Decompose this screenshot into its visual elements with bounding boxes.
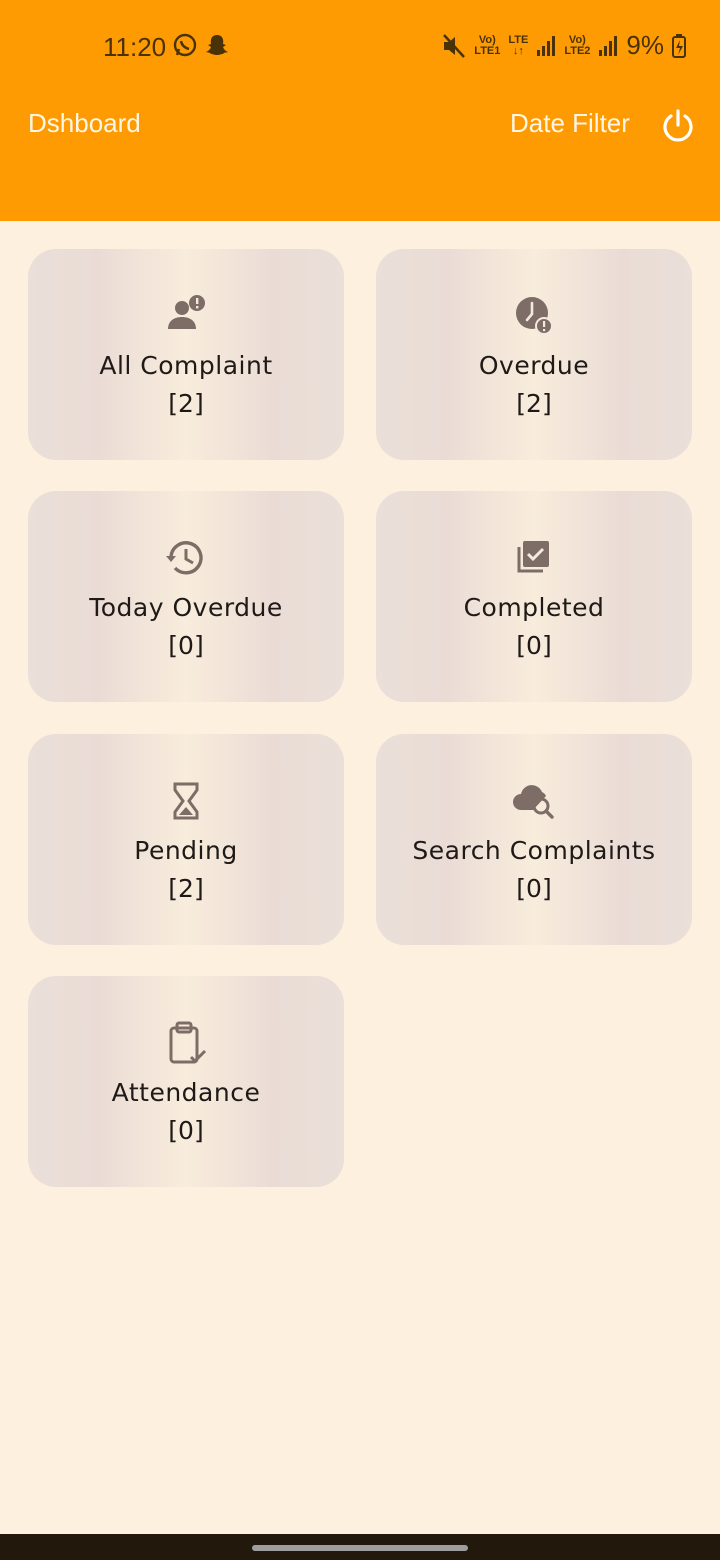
checklist-icon <box>517 541 549 573</box>
status-bar: 11:20 Vo) LTE1 LTE ↓↑ Vo) LTE2 9% <box>0 0 720 92</box>
card-label: Attendance <box>111 1078 261 1107</box>
snapchat-icon <box>206 35 228 55</box>
card-label: Pending <box>134 836 238 865</box>
card-count: [0] <box>516 631 552 660</box>
navigation-bar <box>0 1534 720 1560</box>
mute-icon <box>443 33 466 58</box>
card-overdue[interactable]: Overdue [2] <box>376 249 692 460</box>
card-attendance[interactable]: Attendance [0] <box>28 976 344 1187</box>
status-time: 11:20 <box>103 32 167 62</box>
card-count: [0] <box>168 1116 204 1145</box>
card-label: Overdue <box>478 351 590 380</box>
card-all-complaint[interactable]: All Complaint [2] <box>28 249 344 460</box>
card-label: Today Overdue <box>89 593 283 622</box>
signal-icon <box>599 35 618 56</box>
home-gesture-handle[interactable] <box>252 1545 468 1551</box>
card-count: [0] <box>168 631 204 660</box>
card-count: [0] <box>516 874 552 903</box>
hourglass-icon <box>173 782 199 820</box>
sim1-volte: Vo) LTE1 <box>474 33 501 57</box>
card-count: [2] <box>168 389 204 418</box>
card-label: All Complaint <box>99 351 273 380</box>
history-icon <box>166 541 203 575</box>
whatsapp-icon <box>173 33 197 57</box>
power-icon[interactable] <box>660 108 696 144</box>
card-count: [2] <box>516 389 552 418</box>
card-label: Completed <box>463 593 605 622</box>
battery-percent: 9% <box>626 30 664 60</box>
sim2-volte: Vo) LTE2 <box>564 33 591 57</box>
person-alert-icon <box>168 295 205 329</box>
lte-indicator: LTE ↓↑ <box>508 33 529 57</box>
date-filter-button[interactable]: Date Filter <box>510 108 630 139</box>
signal-icon <box>537 35 556 56</box>
card-search-complaints[interactable]: Search Complaints [0] <box>376 734 692 945</box>
card-pending[interactable]: Pending [2] <box>28 734 344 945</box>
page-title: Dshboard <box>28 108 141 138</box>
cloud-search-icon <box>513 785 554 819</box>
card-count: [2] <box>168 874 204 903</box>
card-completed[interactable]: Completed [0] <box>376 491 692 702</box>
clipboard-check-icon <box>169 1021 207 1064</box>
battery-icon <box>672 33 686 58</box>
card-label: Search Complaints <box>412 836 656 865</box>
card-today-overdue[interactable]: Today Overdue [0] <box>28 491 344 702</box>
clock-alert-icon <box>516 297 553 335</box>
